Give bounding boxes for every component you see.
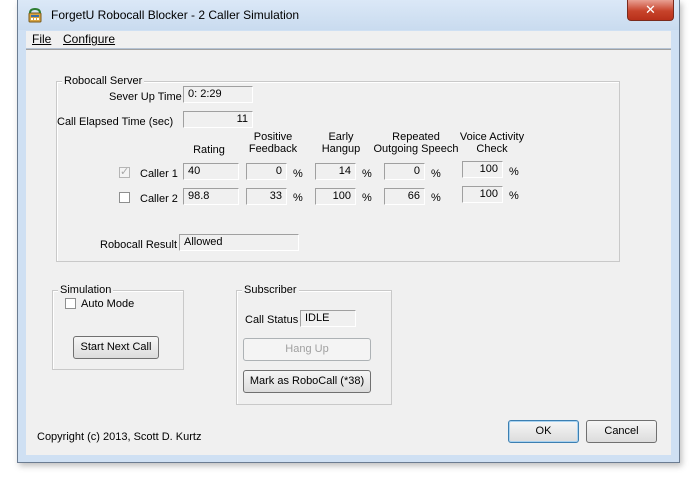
menu-configure[interactable]: Configure [63,32,115,46]
call-status-field[interactable]: IDLE [300,310,356,327]
percent-sign: % [293,168,303,180]
caller-1-label: Caller 1 [140,168,178,180]
percent-sign: % [362,192,372,204]
caller-2-rating[interactable]: 98.8 [183,188,239,205]
percent-sign: % [509,190,519,202]
caller-1-voice-activity[interactable]: 100 [462,161,503,178]
percent-sign: % [431,192,441,204]
checkmark-icon: ✓ [120,166,130,178]
caller-2-early-hangup[interactable]: 100 [315,188,356,205]
percent-sign: % [431,168,441,180]
robocall-server-group: Robocall Server Sever Up Time 0: 2:29 Ca… [56,75,620,262]
auto-mode-label[interactable]: Auto Mode [81,298,134,310]
uptime-label: Sever Up Time [109,91,182,103]
caller-1-checkbox[interactable]: ✓ [119,166,130,178]
client-area: Robocall Server Sever Up Time 0: 2:29 Ca… [26,49,671,455]
header-early-hangup: Early Hangup [321,131,361,155]
start-next-call-button[interactable]: Start Next Call [73,336,159,359]
header-repeated-outgoing: Repeated Outgoing Speech [373,131,459,155]
caller-1-early-hangup[interactable]: 14 [315,163,356,180]
mark-as-robocall-button[interactable]: Mark as RoboCall (*38) [243,370,371,393]
caller-1-rating[interactable]: 40 [183,163,239,180]
result-field[interactable]: Allowed [179,234,299,251]
header-positive-feedback: Positive Feedback [248,131,298,155]
caller-2-positive-feedback[interactable]: 33 [246,188,287,205]
title-bar[interactable]: ForgetU Robocall Blocker - 2 Caller Simu… [18,0,679,30]
caller-1-positive-feedback[interactable]: 0 [246,163,287,180]
app-window: ForgetU Robocall Blocker - 2 Caller Simu… [17,0,680,463]
menu-bar: File Configure [26,31,671,49]
ok-button[interactable]: OK [508,420,579,443]
phone-app-icon [28,7,42,23]
copyright-text: Copyright (c) 2013, Scott D. Kurtz [37,431,202,443]
header-rating: Rating [193,144,225,156]
call-status-label: Call Status [245,314,299,326]
window-title: ForgetU Robocall Blocker - 2 Caller Simu… [51,8,300,22]
subscriber-group: Subscriber Call Status IDLE Hang Up Mark… [236,284,392,405]
close-icon: ✕ [645,2,656,17]
caller-1-repeated-outgoing[interactable]: 0 [384,163,425,180]
percent-sign: % [293,192,303,204]
caller-2-repeated-outgoing[interactable]: 66 [384,188,425,205]
elapsed-field[interactable]: 11 [183,111,253,128]
header-voice-activity: Voice Activity Check [459,131,525,155]
caller-2-checkbox[interactable] [119,192,130,203]
auto-mode-checkbox[interactable] [65,298,76,309]
uptime-field[interactable]: 0: 2:29 [183,86,253,103]
elapsed-label: Call Elapsed Time (sec) [57,116,174,128]
close-button[interactable]: ✕ [627,0,674,21]
caller-2-label: Caller 2 [140,193,178,205]
percent-sign: % [509,166,519,178]
group-label: Subscriber [242,284,299,296]
simulation-group: Simulation Auto Mode Start Next Call [52,284,184,370]
group-label: Simulation [58,284,114,296]
group-label: Robocall Server [62,75,145,87]
percent-sign: % [362,168,372,180]
cancel-button[interactable]: Cancel [586,420,657,443]
hang-up-button[interactable]: Hang Up [243,338,371,361]
caller-2-voice-activity[interactable]: 100 [462,186,503,203]
menu-file[interactable]: File [32,32,51,46]
result-label: Robocall Result [100,239,178,251]
